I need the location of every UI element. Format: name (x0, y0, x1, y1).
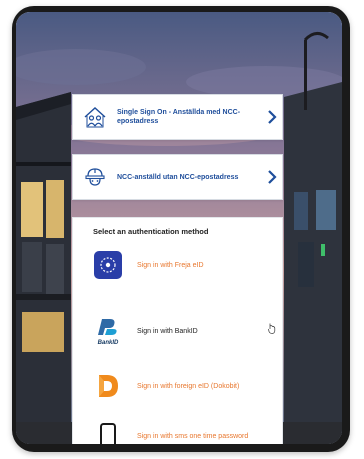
group-house-icon (73, 94, 117, 140)
dokobit-icon (93, 371, 123, 401)
dokobit-option[interactable]: Sign in with foreign eID (Dokobit) (93, 366, 283, 406)
authentication-method-panel: Select an authentication method Sign in … (72, 217, 283, 444)
sso-ncc-email-label: Single Sign On - Anställda med NCC-epost… (117, 109, 241, 125)
ncc-no-email-label: NCC-anställd utan NCC-epostadress (117, 173, 239, 181)
dokobit-label: Sign in with foreign eID (Dokobit) (137, 382, 240, 390)
freja-eid-option[interactable]: Sign in with Freja eID (93, 245, 283, 285)
auth-heading: Select an authentication method (93, 227, 209, 236)
freja-eid-label: Sign in with Freja eID (137, 261, 204, 269)
sms-otp-label: Sign in with sms one time password (137, 432, 249, 440)
ncc-no-email-option[interactable]: NCC-anställd utan NCC-epostadress (72, 154, 283, 200)
chevron-right-icon (262, 110, 282, 124)
bankid-logo-text: BankID (98, 340, 119, 346)
bankid-option[interactable]: BankID Sign in with BankID (93, 311, 283, 351)
chevron-right-icon (262, 170, 282, 184)
sso-ncc-email-option[interactable]: Single Sign On - Anställda med NCC-epost… (72, 94, 283, 140)
bankid-icon: BankID (93, 316, 123, 346)
hardhat-worker-icon (73, 154, 117, 200)
freja-eid-icon (93, 250, 123, 280)
sms-otp-option[interactable]: Sign in with sms one time password (93, 416, 283, 444)
pointer-cursor-icon (268, 323, 276, 334)
bankid-label: Sign in with BankID (137, 327, 198, 335)
mobile-phone-icon (93, 421, 123, 444)
tablet-screen: Single Sign On - Anställda med NCC-epost… (16, 12, 342, 444)
